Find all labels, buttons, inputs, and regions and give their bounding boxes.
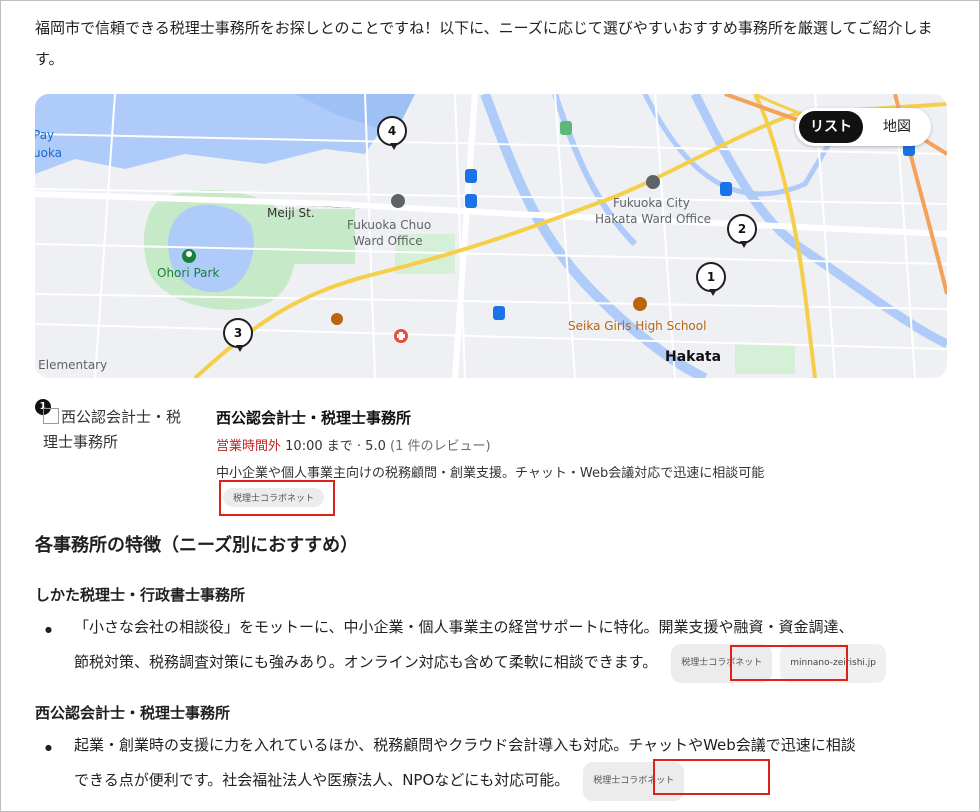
map-label-pay: Pay <box>35 128 55 142</box>
map-label-chuo-1: Fukuoka Chuo <box>347 218 432 232</box>
map-pin-4[interactable]: 4 <box>377 116 407 150</box>
review-count[interactable]: (1 件のレビュー) <box>390 439 491 454</box>
map-pin-1[interactable]: 1 <box>696 262 726 296</box>
highlight-box <box>653 759 770 795</box>
highlight-box <box>730 645 848 681</box>
description-line-1: 起業・創業時の支援に力を入れているほか、税務顧問やクラウド会計導入も対応。チャッ… <box>74 736 856 754</box>
description-line-2: できる点が便利です。社会福祉法人や医療法人、NPOなどにも対応可能。 <box>74 771 570 789</box>
listing-meta: 営業時間外 10:00 まで · 5.0 (1 件のレビュー) <box>216 439 491 454</box>
listing-title[interactable]: 西公認会計士・税理士事務所 <box>216 407 411 428</box>
hours-value: 10:00 まで <box>285 439 353 454</box>
map-label-hakata: Hakata <box>665 349 722 365</box>
rating-value: 5.0 <box>365 439 386 454</box>
map-label-ohori: Ohori Park <box>157 266 220 280</box>
highlight-box <box>219 480 335 516</box>
map-pin-2[interactable]: 2 <box>727 214 757 248</box>
office-title-nishi: 西公認会計士・税理士事務所 <box>35 704 231 722</box>
listing-image-alt: 西公認会計士・税理士事務所 <box>43 408 182 451</box>
map-view[interactable]: Pay uoka Meiji St. Fukuoka Chuo Ward Off… <box>35 94 947 378</box>
map-label-elementary: i Elementary <box>35 358 108 372</box>
hospital-icon <box>394 329 408 343</box>
listing-image: 西公認会計士・税理士事務所 <box>43 405 193 455</box>
map-label-seika: Seika Girls High School <box>568 319 707 333</box>
bullet: ● <box>45 625 52 634</box>
list-view-button[interactable]: リスト <box>799 111 863 143</box>
description-line-1: 「小さな会社の相談役」をモットーに、中小企業・個人事業主の経営サポートに特化。開… <box>74 618 854 636</box>
hours-status: 営業時間外 <box>216 439 282 454</box>
bullet: ● <box>45 743 52 752</box>
view-toggle: リスト 地図 <box>795 108 931 146</box>
map-label-hakata-ward-1: Fukuoka City <box>613 196 690 210</box>
map-label-fukuoka: uoka <box>35 146 63 160</box>
map-label-hakata-ward-2: Hakata Ward Office <box>595 212 711 226</box>
description-line-2: 節税対策、税務調査対策にも強みあり。オンライン対応も含めて柔軟に相談できます。 <box>74 653 658 671</box>
section-heading: 各事務所の特徴（ニーズ別におすすめ） <box>35 535 359 556</box>
office-description-nishi: 起業・創業時の支援に力を入れているほか、税務顧問やクラウド会計導入も対応。チャッ… <box>74 729 964 801</box>
intro-text: 福岡市で信頼できる税理士事務所をお探しとのことですね！以下に、ニーズに応じて選び… <box>35 19 933 68</box>
map-view-button[interactable]: 地図 <box>867 111 927 143</box>
place-listing[interactable]: 1 西公認会計士・税理士事務所 西公認会計士・税理士事務所 営業時間外 10:0… <box>35 399 947 509</box>
broken-image-icon <box>43 408 59 424</box>
park-icon <box>182 249 196 263</box>
map-label-meiji: Meiji St. <box>267 206 315 220</box>
map-label-chuo-2: Ward Office <box>353 234 423 248</box>
office-title-shikata: しかた税理士・行政書士事務所 <box>35 586 246 604</box>
map-pin-3[interactable]: 3 <box>223 318 253 352</box>
listing-description: 中小企業や個人事業主向けの税務顧問・創業支援。チャット・Web会議対応で迅速に相… <box>216 466 765 481</box>
